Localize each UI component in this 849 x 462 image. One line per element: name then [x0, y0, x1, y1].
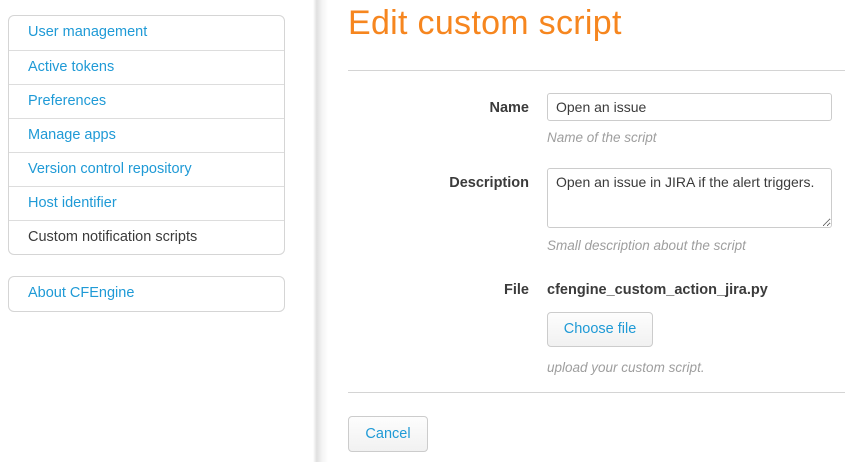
description-textarea[interactable]: Open an issue in JIRA if the alert trigg… — [547, 168, 832, 228]
sidebar-item-active-tokens[interactable]: Active tokens — [9, 50, 284, 84]
name-help-text: Name of the script — [547, 130, 657, 145]
top-divider — [348, 70, 845, 71]
uploaded-filename: cfengine_custom_action_jira.py — [547, 282, 768, 298]
vertical-divider — [313, 0, 328, 462]
name-input[interactable] — [547, 93, 832, 121]
name-label: Name — [348, 100, 529, 116]
sidebar-item-user-management[interactable]: User management — [9, 16, 284, 50]
about-menu: About CFEngine — [8, 276, 285, 312]
sidebar-item-manage-apps[interactable]: Manage apps — [9, 118, 284, 152]
bottom-divider — [348, 392, 845, 393]
sidebar-item-preferences[interactable]: Preferences — [9, 84, 284, 118]
page-title: Edit custom script — [348, 4, 622, 43]
sidebar-item-version-control-repository[interactable]: Version control repository — [9, 152, 284, 186]
choose-file-button[interactable]: Choose file — [547, 312, 653, 347]
settings-page: User management Active tokens Preference… — [0, 0, 849, 462]
file-help-text: upload your custom script. — [547, 360, 705, 375]
description-label: Description — [348, 175, 529, 191]
cancel-button[interactable]: Cancel — [348, 416, 428, 452]
edit-custom-script-panel: Edit custom script Name Name of the scri… — [348, 0, 845, 462]
sidebar-item-host-identifier[interactable]: Host identifier — [9, 186, 284, 220]
settings-menu: User management Active tokens Preference… — [8, 15, 285, 255]
file-label: File — [348, 282, 529, 298]
sidebar-item-custom-notification-scripts[interactable]: Custom notification scripts — [9, 220, 284, 254]
sidebar-item-about-cfengine[interactable]: About CFEngine — [9, 277, 284, 311]
settings-sidebar: User management Active tokens Preference… — [8, 15, 285, 312]
description-help-text: Small description about the script — [547, 238, 746, 253]
